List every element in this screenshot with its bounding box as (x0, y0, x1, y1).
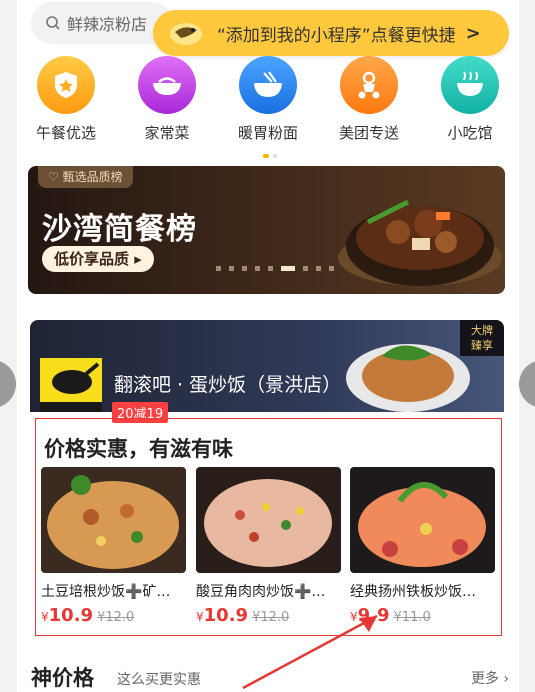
dish-image (350, 467, 495, 573)
banner-tag-text: 甄选品质榜 (62, 170, 123, 184)
noodle-bowl-icon (239, 56, 297, 114)
fried-rice-plate-image (346, 344, 470, 412)
more-link[interactable]: 更多 › (471, 668, 509, 688)
dish-card[interactable]: 经典扬州铁板炒饭… ¥9.9 ¥11.0 (350, 467, 495, 626)
restaurant-logo (40, 358, 102, 412)
restaurant-card[interactable]: 翻滚吧 · 蛋炒饭（景洪店） 大牌 臻享 (30, 320, 504, 412)
dish-price: ¥10.9 ¥12.0 (41, 605, 186, 626)
tip-text: “添加到我的小程序”点餐更快捷 (217, 25, 456, 46)
banner-dot (268, 266, 273, 271)
price-value: 10.9 (48, 605, 94, 626)
banner-tag: ♡ 甄选品质榜 (38, 166, 133, 188)
banner-dot (303, 266, 308, 271)
dish-title: 酸豆角肉肉炒饭➕… (196, 584, 326, 600)
more-label: 更多 (470, 671, 499, 687)
category-meituan-delivery[interactable]: 美团专送 (329, 56, 409, 143)
category-grid: 午餐优选 家常菜 暖胃粉面 美团专送 小吃馆 (17, 56, 519, 146)
promo-section: 价格实惠，有滋有味 土豆培根炒饭➕矿… ¥10.9 ¥12.0 酸豆角肉肉炒饭➕…… (35, 418, 502, 636)
scooter-icon (340, 56, 398, 114)
category-warm-noodles[interactable]: 暖胃粉面 (228, 56, 308, 143)
mascot-icon (170, 23, 202, 45)
search-icon (46, 16, 60, 30)
category-label: 美团专送 (338, 124, 399, 142)
restaurant-name: 翻滚吧 · 蛋炒饭（景洪店） (114, 374, 342, 396)
banner-dot (255, 266, 260, 271)
category-label: 午餐优选 (35, 124, 96, 142)
promo-title: 价格实惠，有滋有味 (44, 437, 233, 461)
right-scroll-handle[interactable] (519, 360, 535, 408)
banner-dot-active (281, 266, 295, 271)
category-snack-house[interactable]: 小吃馆 (430, 56, 510, 143)
price-currency: ¥ (196, 610, 204, 624)
category-lunch-pick[interactable]: 午餐优选 (26, 56, 106, 143)
price-original: ¥12.0 (97, 610, 135, 625)
dish-bowl-icon (138, 56, 196, 114)
category-label: 暖胃粉面 (237, 124, 298, 142)
banner-page-indicator (216, 266, 334, 271)
section-subtitle: 这么买更实惠 (117, 672, 201, 688)
banner-dot (216, 266, 221, 271)
category-page-indicator (263, 154, 277, 158)
dish-title: 经典扬州铁板炒饭… (350, 584, 476, 600)
left-scroll-handle[interactable] (0, 360, 16, 408)
price-currency: ¥ (41, 610, 49, 624)
price-original: ¥11.0 (393, 610, 431, 625)
snack-bowl-icon (441, 56, 499, 114)
banner-button[interactable]: 低价享品质 ▸ (42, 246, 154, 272)
banner-dot (242, 266, 247, 271)
search-text: 鲜辣凉粉店 (67, 15, 148, 34)
chevron-right-icon: > (465, 22, 481, 44)
add-mini-program-tip[interactable]: “添加到我的小程序”点餐更快捷 > (153, 10, 509, 56)
banner-dot (316, 266, 321, 271)
shield-star-icon (37, 56, 95, 114)
ranking-banner[interactable]: ♡ 甄选品质榜 沙湾简餐榜 低价享品质 ▸ (28, 166, 505, 294)
dish-image (196, 467, 341, 573)
claypot-dish-image (338, 199, 502, 286)
banner-title: 沙湾简餐榜 (42, 212, 197, 247)
page-dot (273, 154, 277, 158)
page-dot-active (263, 154, 269, 158)
category-label: 小吃馆 (447, 124, 493, 142)
category-label: 家常菜 (144, 124, 190, 142)
dish-image (41, 467, 186, 573)
dish-card[interactable]: 酸豆角肉肉炒饭➕… ¥10.9 ¥12.0 (196, 467, 341, 626)
dish-card[interactable]: 土豆培根炒饭➕矿… ¥10.9 ¥12.0 (41, 467, 186, 626)
section-title: 神价格 (31, 666, 94, 690)
category-home-cooking[interactable]: 家常菜 (127, 56, 207, 143)
banner-button-label: 低价享品质 (54, 250, 130, 268)
banner-dot (229, 266, 234, 271)
dish-title: 土豆培根炒饭➕矿… (41, 584, 171, 600)
page: 鲜辣凉粉店 “添加到我的小程序”点餐更快捷 > 午餐优选 家常菜 暖胃粉面 美团… (17, 0, 519, 692)
search-bar[interactable]: 鲜辣凉粉店 (31, 2, 173, 44)
deal-section-header: 神价格 这么买更实惠 更多 › (31, 660, 509, 692)
